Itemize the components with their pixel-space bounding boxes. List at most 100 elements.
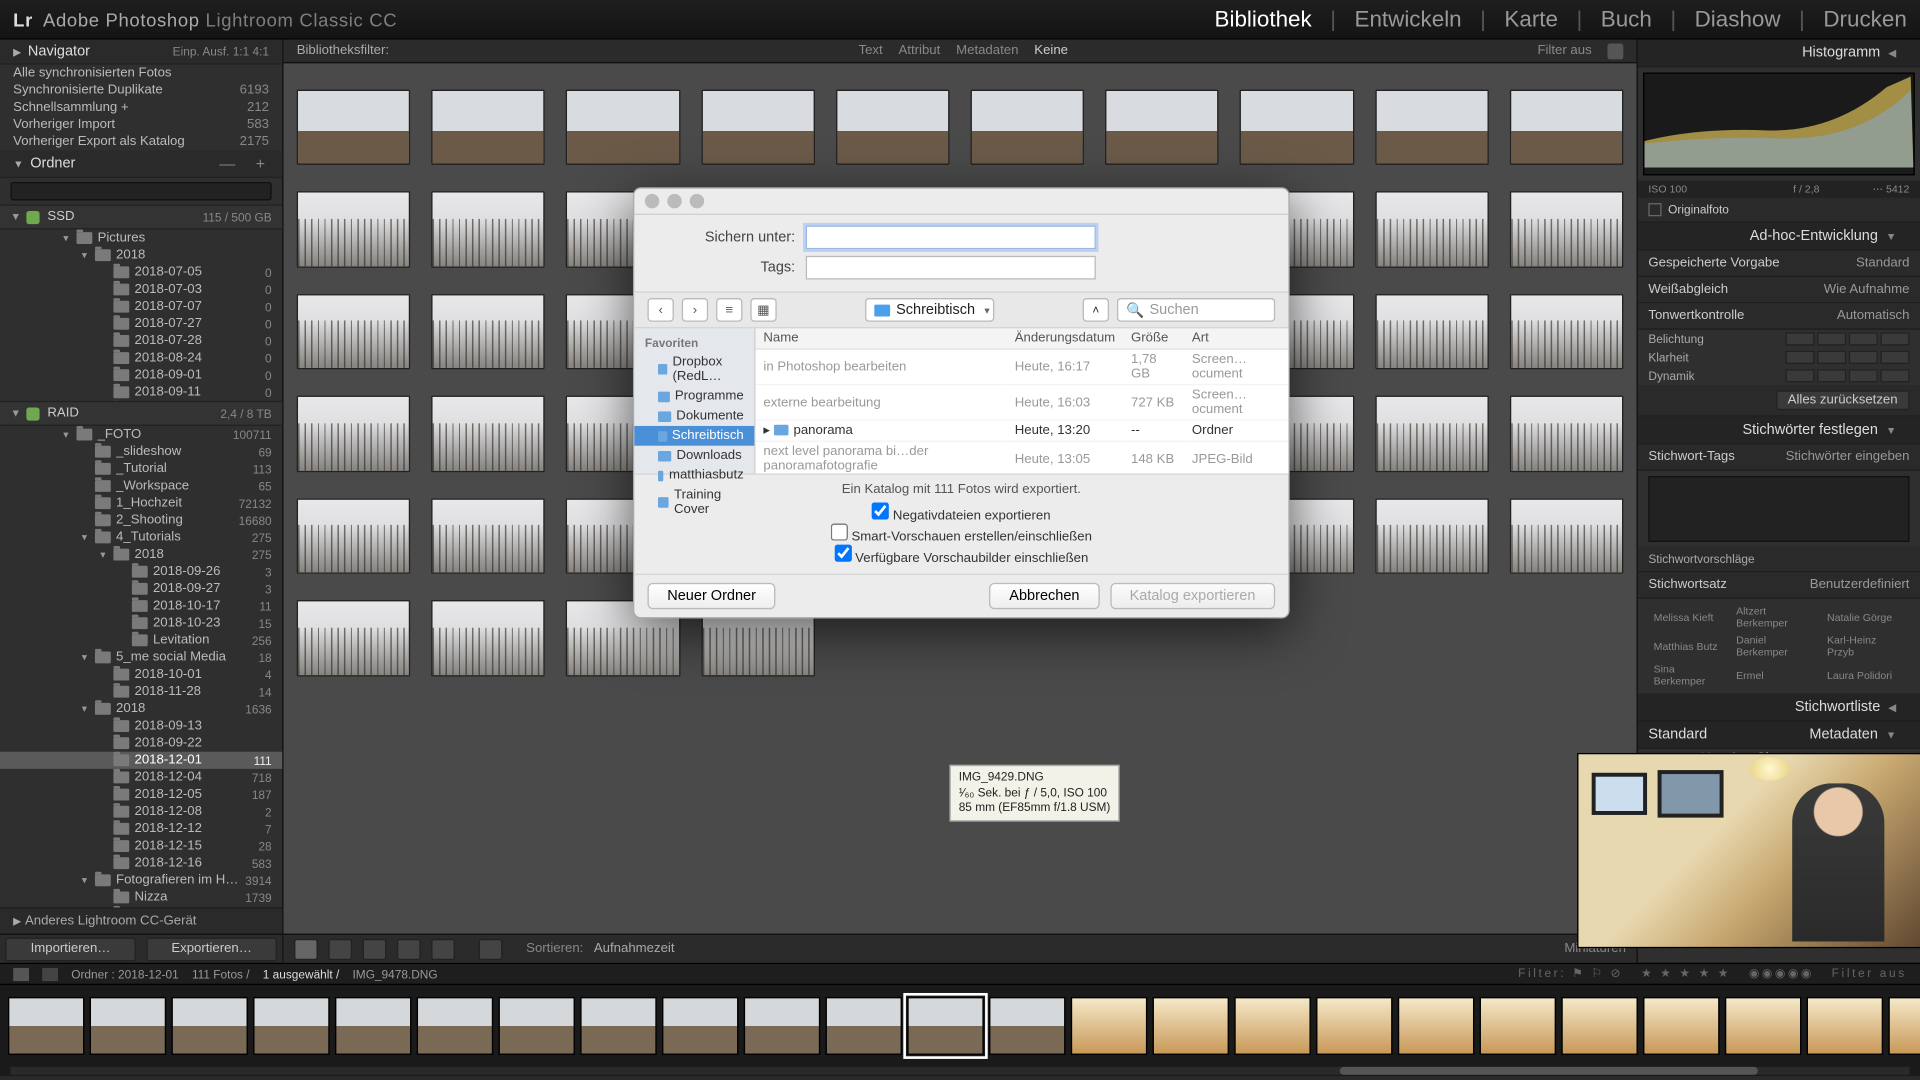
grid-thumbnail[interactable] [1240, 90, 1354, 166]
folder-item[interactable]: ▾20181636 [0, 700, 282, 717]
keyword-set[interactable]: StichwortsatzBenutzerdefiniert [1638, 572, 1920, 598]
import-button[interactable]: Importieren… [5, 937, 136, 961]
filter-text[interactable]: Text [858, 44, 882, 59]
keywording-header[interactable]: Stichwörter festlegen▼ [1638, 417, 1920, 445]
folder-item[interactable]: 2018-12-1528 [0, 837, 282, 854]
keyword-suggestion[interactable]: Altzert Berkemper [1733, 604, 1821, 630]
module-develop[interactable]: Entwickeln [1354, 6, 1461, 32]
module-print[interactable]: Drucken [1823, 6, 1906, 32]
filmstrip-thumbnail[interactable] [662, 996, 738, 1054]
grid-thumbnail[interactable] [566, 90, 680, 166]
sidebar-item[interactable]: Dokumente [634, 406, 754, 426]
nav-fwd-icon[interactable]: › [682, 298, 708, 322]
sidebar-item[interactable]: matthiasbutz [634, 466, 754, 486]
folder-item[interactable]: 2018-12-082 [0, 803, 282, 820]
filmstrip-thumbnail[interactable] [989, 996, 1065, 1054]
original-checkbox[interactable]: Originalfoto [1638, 198, 1920, 223]
filmstrip-thumbnail[interactable] [1316, 996, 1392, 1054]
catalog-item[interactable]: Vorheriger Import583 [0, 116, 282, 133]
filter-attribute[interactable]: Attribut [899, 44, 941, 59]
folder-item[interactable]: 2018-10-2315 [0, 615, 282, 632]
grid-thumbnail[interactable] [431, 90, 545, 166]
grid-thumbnail[interactable] [1510, 498, 1624, 574]
sidebar-item[interactable]: Dropbox (RedL… [634, 352, 754, 386]
sidebar-item[interactable]: Training Cover [634, 485, 754, 519]
nav-back-icon[interactable]: ‹ [647, 298, 673, 322]
folder-item[interactable]: 2018-10-1711 [0, 597, 282, 614]
keyword-suggestion[interactable]: Natalie Görge [1824, 604, 1906, 630]
folder-item[interactable]: 2018-09-22 [0, 735, 282, 752]
metadata-header[interactable]: StandardMetadaten▼ [1638, 721, 1920, 749]
folder-item[interactable]: 2018-09-273 [0, 580, 282, 597]
folder-item[interactable]: ▾2018 [0, 247, 282, 264]
quick-develop-slider[interactable]: Dynamik [1638, 367, 1920, 385]
disk-ssd[interactable]: ▼ SSD 115 / 500 GB [0, 204, 282, 229]
navigator-header[interactable]: ▶Navigator Einp. Ausf. 1:1 4:1 [0, 40, 282, 65]
grid-thumbnail[interactable] [1375, 498, 1489, 574]
grid-thumbnail[interactable] [1105, 90, 1219, 166]
filmstrip-scrollbar[interactable] [0, 1066, 1920, 1077]
file-row[interactable]: ▸ panoramaHeute, 13:20--Ordner [756, 420, 1289, 441]
folder-item[interactable]: ▾_FOTO100711 [0, 426, 282, 443]
folder-item[interactable]: ▾5_me social Media18 [0, 649, 282, 666]
folder-item[interactable]: _Tutorial113 [0, 460, 282, 477]
grid-icon[interactable] [13, 967, 29, 980]
quick-develop-slider[interactable]: Belichtung [1638, 330, 1920, 348]
search-field[interactable]: 🔍 Suchen [1117, 298, 1275, 322]
grid-thumbnail[interactable] [431, 294, 545, 370]
folder-item[interactable]: 2018-07-070 [0, 298, 282, 315]
grid-thumbnail[interactable] [297, 396, 411, 472]
view-list-icon[interactable]: ≡ [716, 298, 742, 322]
keyword-suggestion[interactable]: Karl-Heinz Przyb [1824, 633, 1906, 659]
keyword-suggestion[interactable]: Ermel [1733, 662, 1821, 688]
grid-thumbnail[interactable] [1375, 90, 1489, 166]
quick-develop-slider[interactable]: Klarheit [1638, 348, 1920, 366]
tags-input[interactable] [806, 256, 1096, 280]
module-slideshow[interactable]: Diashow [1695, 6, 1781, 32]
folder-item[interactable]: 2018-12-16583 [0, 855, 282, 872]
dialog-titlebar[interactable] [634, 189, 1288, 215]
folder-item[interactable]: 2018-07-270 [0, 315, 282, 332]
grid-thumbnail[interactable] [971, 90, 1085, 166]
filmstrip-thumbnail[interactable] [417, 996, 493, 1054]
grid-thumbnail[interactable] [1510, 294, 1624, 370]
grid-thumbnail[interactable] [297, 192, 411, 268]
sidebar-item[interactable]: Schreibtisch [634, 426, 754, 446]
keyword-suggestion[interactable]: Melissa Kieft [1651, 604, 1731, 630]
folders-add-remove[interactable]: — + [219, 154, 269, 172]
grid-thumbnail[interactable] [1510, 192, 1624, 268]
filter-metadata[interactable]: Metadaten [956, 44, 1018, 59]
folder-item[interactable]: ▾4_Tutorials275 [0, 529, 282, 546]
quick-develop-header[interactable]: Ad-hoc-Entwicklung▼ [1638, 223, 1920, 251]
sidebar-item[interactable]: Programme [634, 386, 754, 406]
filmstrip-thumbnail[interactable] [1480, 996, 1556, 1054]
keyword-suggestion[interactable]: Matthias Butz [1651, 633, 1731, 659]
collapse-icon[interactable]: ˄ [1083, 298, 1109, 322]
histogram-header[interactable]: Histogramm◀ [1638, 40, 1920, 68]
white-balance[interactable]: WeißabgleichWie Aufnahme [1638, 277, 1920, 303]
grid-thumbnail[interactable] [297, 498, 411, 574]
grid-thumbnail[interactable] [431, 498, 545, 574]
folder-item[interactable]: ▾Pictures [0, 229, 282, 246]
filmstrip-thumbnail[interactable] [1153, 996, 1229, 1054]
keyword-input[interactable] [1648, 476, 1909, 542]
folder-item[interactable]: 1_Hochzeit72132 [0, 495, 282, 512]
filter-off[interactable]: Filter aus [1537, 44, 1591, 59]
grid-thumbnail[interactable] [1375, 192, 1489, 268]
file-list[interactable]: Name Änderungsdatum Größe Art in Photosh… [756, 328, 1289, 473]
filmstrip-thumbnail[interactable] [1561, 996, 1637, 1054]
view-survey-icon[interactable] [397, 938, 421, 959]
filmstrip-thumbnail[interactable] [1643, 996, 1719, 1054]
tone-control[interactable]: TonwertkontrolleAutomatisch [1638, 303, 1920, 329]
second-window-icon[interactable] [42, 967, 58, 980]
view-loupe-icon[interactable] [328, 938, 352, 959]
grid-thumbnail[interactable] [836, 90, 950, 166]
filmstrip-thumbnail[interactable] [1888, 996, 1920, 1054]
folder-item[interactable]: 2018-07-280 [0, 332, 282, 349]
grid-thumbnail[interactable] [297, 90, 411, 166]
folder-item[interactable]: _Workspace65 [0, 477, 282, 494]
filter-lock-icon[interactable] [1607, 43, 1623, 59]
folder-item[interactable]: 2018-09-110 [0, 384, 282, 401]
grid-thumbnail[interactable] [431, 192, 545, 268]
folder-item[interactable]: ▾Fotografieren im Herbst3914 [0, 872, 282, 889]
